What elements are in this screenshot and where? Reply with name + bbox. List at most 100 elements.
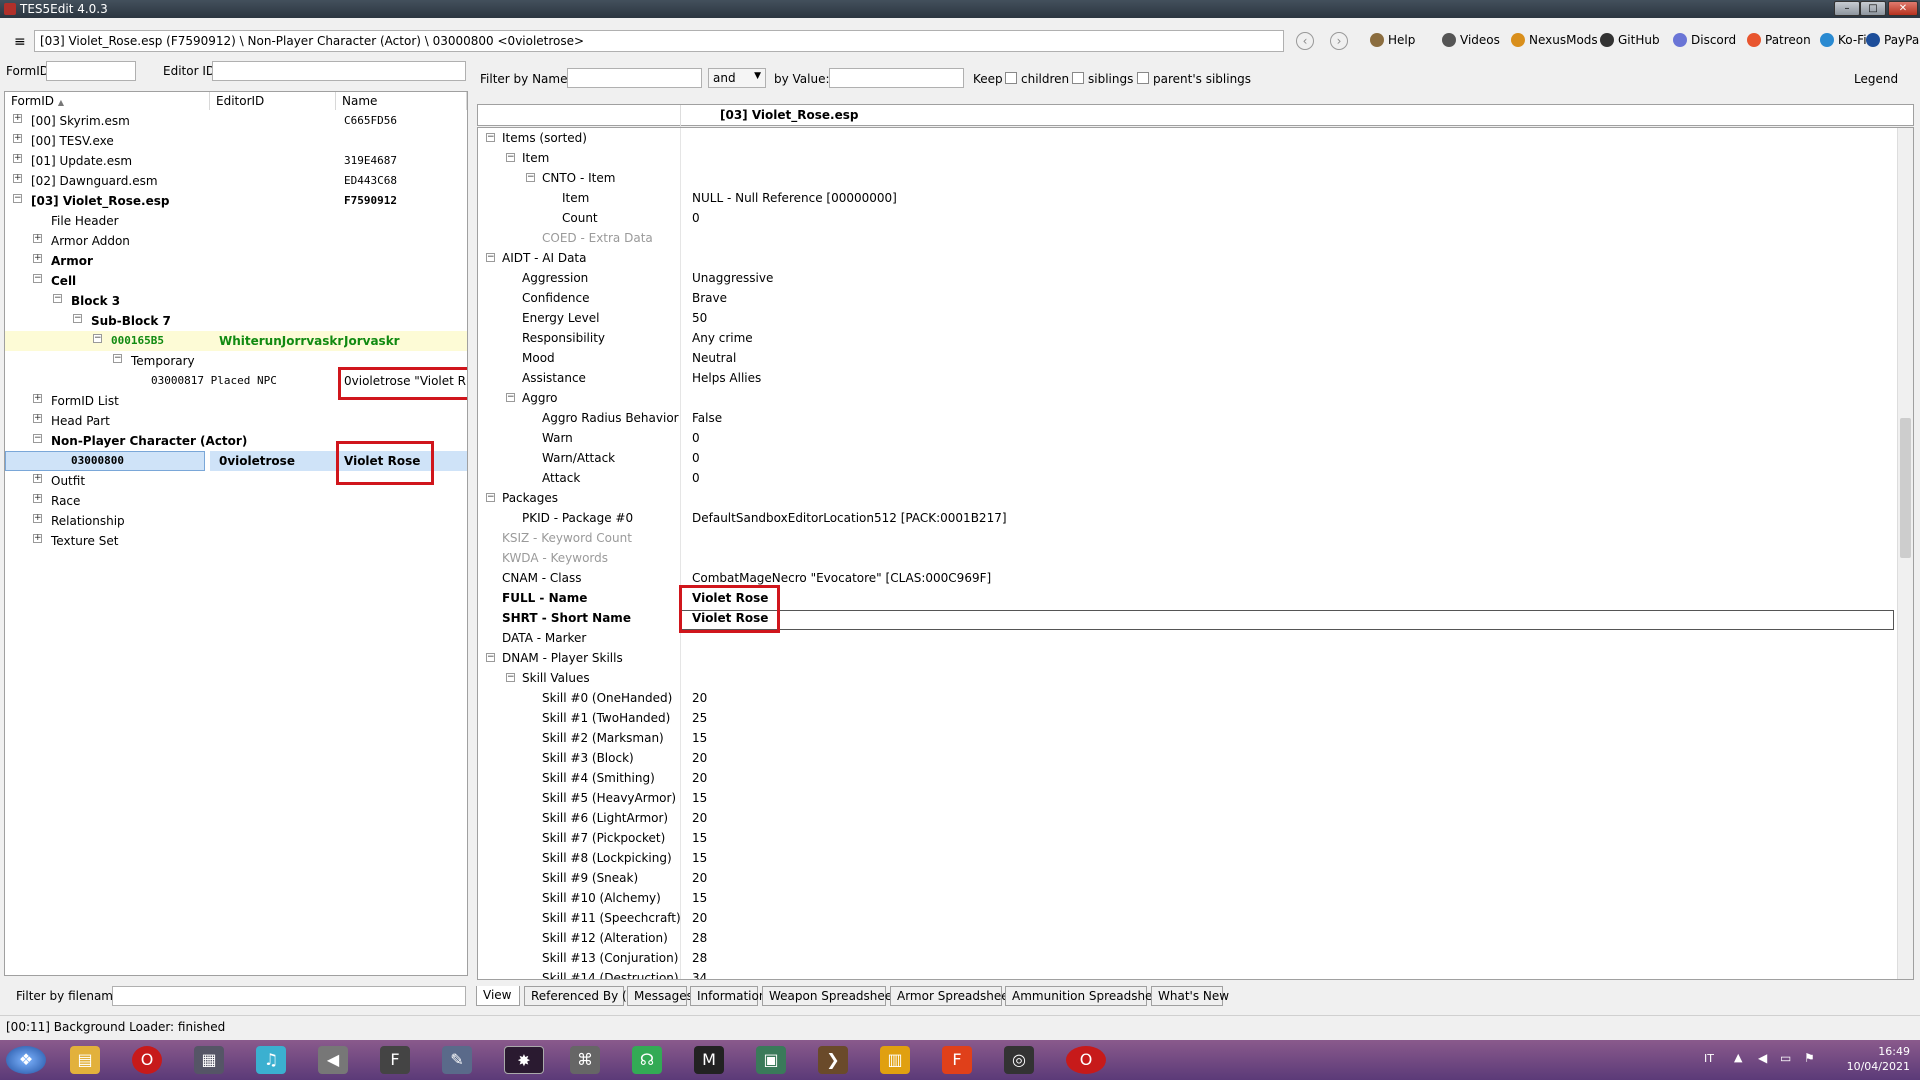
filter-op-select[interactable]: and ▼: [708, 68, 766, 88]
back-icon[interactable]: ‹: [1296, 32, 1314, 50]
collapse-icon[interactable]: −: [486, 133, 495, 142]
field-value[interactable]: Neutral: [692, 351, 736, 365]
field-value[interactable]: 28: [692, 931, 707, 945]
expand-icon[interactable]: +: [13, 154, 22, 163]
editorid-input[interactable]: [212, 61, 466, 81]
toolbar-link-ko-fi[interactable]: Ko-Fi: [1820, 33, 1867, 47]
ffdec-icon[interactable]: F: [380, 1046, 410, 1074]
field-value[interactable]: Brave: [692, 291, 727, 305]
music-icon[interactable]: ♫: [256, 1046, 286, 1074]
field-value[interactable]: 0: [692, 431, 700, 445]
tab-view[interactable]: View: [476, 986, 520, 1006]
menu-icon[interactable]: ≡: [14, 34, 26, 50]
col-header-formid[interactable]: FormID ▲: [5, 92, 210, 110]
parents-siblings-checkbox[interactable]: [1137, 72, 1149, 84]
field-value[interactable]: Helps Allies: [692, 371, 761, 385]
record-path-field[interactable]: [03] Violet_Rose.esp (F7590912) \ Non-Pl…: [34, 30, 1284, 52]
record-row[interactable]: − Packages: [478, 488, 1896, 508]
children-checkbox[interactable]: [1005, 72, 1017, 84]
expand-icon[interactable]: +: [13, 114, 22, 123]
record-row[interactable]: Responsibility Any crime: [478, 328, 1896, 348]
field-value[interactable]: 0: [692, 451, 700, 465]
collapse-icon[interactable]: −: [13, 194, 22, 203]
record-row[interactable]: Confidence Brave: [478, 288, 1896, 308]
language-indicator[interactable]: IT: [1704, 1052, 1714, 1065]
field-value[interactable]: DefaultSandboxEditorLocation512 [PACK:00…: [692, 511, 1007, 525]
collapse-icon[interactable]: −: [486, 653, 495, 662]
tree-row[interactable]: + Head Part: [5, 411, 467, 431]
collapse-icon[interactable]: −: [506, 393, 515, 402]
expand-icon[interactable]: +: [33, 234, 42, 243]
field-value[interactable]: Unaggressive: [692, 271, 773, 285]
folder-app-icon[interactable]: ▥: [880, 1046, 910, 1074]
field-value[interactable]: 34: [692, 971, 707, 979]
minimize-button[interactable]: –: [1834, 1, 1860, 16]
explorer-icon[interactable]: ▤: [70, 1046, 100, 1074]
tree-row[interactable]: + Race: [5, 491, 467, 511]
record-row[interactable]: − CNTO - Item: [478, 168, 1896, 188]
toolbar-link-discord[interactable]: Discord: [1673, 33, 1736, 47]
forward-icon[interactable]: ›: [1330, 32, 1348, 50]
headphones-icon[interactable]: ☊: [632, 1046, 662, 1074]
field-value[interactable]: 20: [692, 751, 707, 765]
field-value[interactable]: NULL - Null Reference [00000000]: [692, 191, 897, 205]
filter-value-input[interactable]: [829, 68, 964, 88]
record-row[interactable]: Skill #6 (LightArmor) 20: [478, 808, 1896, 828]
record-row[interactable]: Skill #4 (Smithing) 20: [478, 768, 1896, 788]
record-row[interactable]: Skill #10 (Alchemy) 15: [478, 888, 1896, 908]
field-value[interactable]: Any crime: [692, 331, 753, 345]
record-row[interactable]: Skill #2 (Marksman) 15: [478, 728, 1896, 748]
expand-icon[interactable]: +: [33, 254, 42, 263]
field-value[interactable]: 50: [692, 311, 707, 325]
network-tray-icon[interactable]: ▭: [1780, 1051, 1791, 1065]
record-row[interactable]: Item NULL - Null Reference [00000000]: [478, 188, 1896, 208]
field-value[interactable]: 20: [692, 911, 707, 925]
record-row[interactable]: Warn/Attack 0: [478, 448, 1896, 468]
speaker-icon[interactable]: ◀: [318, 1046, 348, 1074]
record-row[interactable]: − Aggro: [478, 388, 1896, 408]
collapse-icon[interactable]: −: [526, 173, 535, 182]
field-value[interactable]: 25: [692, 711, 707, 725]
start-button[interactable]: ❖: [6, 1046, 46, 1074]
record-row[interactable]: Skill #9 (Sneak) 20: [478, 868, 1896, 888]
field-value[interactable]: 15: [692, 831, 707, 845]
record-row[interactable]: Skill #1 (TwoHanded) 25: [478, 708, 1896, 728]
record-row[interactable]: Count 0: [478, 208, 1896, 228]
record-row[interactable]: Assistance Helps Allies: [478, 368, 1896, 388]
record-row[interactable]: Skill #5 (HeavyArmor) 15: [478, 788, 1896, 808]
record-row[interactable]: − Item: [478, 148, 1896, 168]
collapse-icon[interactable]: −: [486, 493, 495, 502]
tree-row[interactable]: − Block 3: [5, 291, 467, 311]
flag-icon[interactable]: ⚑: [1804, 1051, 1815, 1065]
pen-icon[interactable]: ✎: [442, 1046, 472, 1074]
mmm-icon[interactable]: M: [694, 1046, 724, 1074]
creation-kit-icon[interactable]: ◎: [1004, 1046, 1034, 1074]
tree-row[interactable]: + Armor Addon: [5, 231, 467, 251]
tree-row[interactable]: + [00] Skyrim.esm C665FD56: [5, 111, 467, 131]
field-value[interactable]: CombatMageNecro "Evocatore" [CLAS:000C96…: [692, 571, 991, 585]
collapse-icon[interactable]: −: [486, 253, 495, 262]
collapse-icon[interactable]: −: [73, 314, 82, 323]
field-value[interactable]: 15: [692, 851, 707, 865]
expand-icon[interactable]: +: [33, 534, 42, 543]
tab-weapon-spreadsheet[interactable]: Weapon Spreadsheet: [762, 986, 897, 1006]
expand-icon[interactable]: +: [33, 414, 42, 423]
tes5edit-task-icon[interactable]: ✸: [504, 1046, 544, 1074]
tab-messages[interactable]: Messages: [627, 986, 693, 1006]
legend-button[interactable]: Legend: [1854, 72, 1898, 86]
tab-information[interactable]: Information: [690, 986, 766, 1006]
record-row[interactable]: KWDA - Keywords: [478, 548, 1896, 568]
tree-row[interactable]: −000165B5 WhiterunJorrvaskr Jorvaskr: [5, 331, 467, 351]
field-value[interactable]: 15: [692, 791, 707, 805]
tab-what-s-new[interactable]: What's New: [1151, 986, 1229, 1006]
toolbar-link-nexusmods[interactable]: NexusMods: [1511, 33, 1598, 47]
record-row[interactable]: Skill #8 (Lockpicking) 15: [478, 848, 1896, 868]
collapse-icon[interactable]: −: [113, 354, 122, 363]
tree-row[interactable]: + Relationship: [5, 511, 467, 531]
maximize-button[interactable]: □: [1860, 1, 1886, 16]
collapse-icon[interactable]: −: [33, 434, 42, 443]
tray-arrow-icon[interactable]: ▲: [1734, 1051, 1742, 1064]
expand-icon[interactable]: +: [33, 474, 42, 483]
record-row[interactable]: Aggression Unaggressive: [478, 268, 1896, 288]
collapse-icon[interactable]: −: [506, 153, 515, 162]
